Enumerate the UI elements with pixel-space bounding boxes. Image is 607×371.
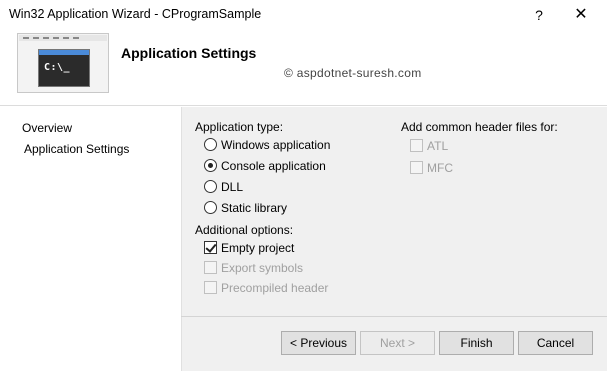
common-headers-label: Add common header files for: xyxy=(401,120,558,134)
help-button[interactable]: ? xyxy=(528,4,550,26)
cancel-button[interactable]: Cancel xyxy=(518,331,593,355)
radio-label: Static library xyxy=(221,201,288,215)
watermark-text: © aspdotnet-suresh.com xyxy=(284,66,422,80)
checkbox-label: ATL xyxy=(427,139,449,153)
wizard-header: C:\_ Application Settings © aspdotnet-su… xyxy=(0,30,607,106)
nav-item-application-settings[interactable]: Application Settings xyxy=(24,142,129,156)
checkbox-label: MFC xyxy=(427,161,453,175)
page-title: Application Settings xyxy=(121,45,257,61)
console-app-icon: C:\_ xyxy=(17,33,109,93)
radio-label: DLL xyxy=(221,180,244,194)
checkbox-disabled xyxy=(410,161,423,174)
checkbox-label: Export symbols xyxy=(221,261,304,275)
checkbox-disabled xyxy=(410,139,423,152)
radio-button-selected[interactable] xyxy=(204,159,217,172)
checkbox-label: Precompiled header xyxy=(221,281,329,295)
title-bar: Win32 Application Wizard - CProgramSampl… xyxy=(0,0,607,30)
checkbox-disabled xyxy=(204,281,217,294)
checkbox-disabled xyxy=(204,261,217,274)
previous-button[interactable]: < Previous xyxy=(281,331,356,355)
checkbox-checked[interactable] xyxy=(204,241,217,254)
next-button: Next > xyxy=(360,331,435,355)
close-button[interactable]: ✕ xyxy=(570,4,592,26)
window-title: Win32 Application Wizard - CProgramSampl… xyxy=(9,7,262,21)
button-divider xyxy=(181,316,607,317)
radio-button[interactable] xyxy=(204,180,217,193)
wizard-nav: Overview Application Settings xyxy=(0,107,181,371)
console-prompt-text: C:\_ xyxy=(44,62,71,73)
radio-label: Console application xyxy=(221,159,326,173)
radio-button[interactable] xyxy=(204,138,217,151)
radio-button[interactable] xyxy=(204,201,217,214)
finish-button[interactable]: Finish xyxy=(439,331,514,355)
checkbox-label: Empty project xyxy=(221,241,295,255)
nav-item-overview[interactable]: Overview xyxy=(22,121,72,135)
application-type-label: Application type: xyxy=(195,120,284,134)
radio-label: Windows application xyxy=(221,138,331,152)
additional-options-label: Additional options: xyxy=(195,223,294,237)
